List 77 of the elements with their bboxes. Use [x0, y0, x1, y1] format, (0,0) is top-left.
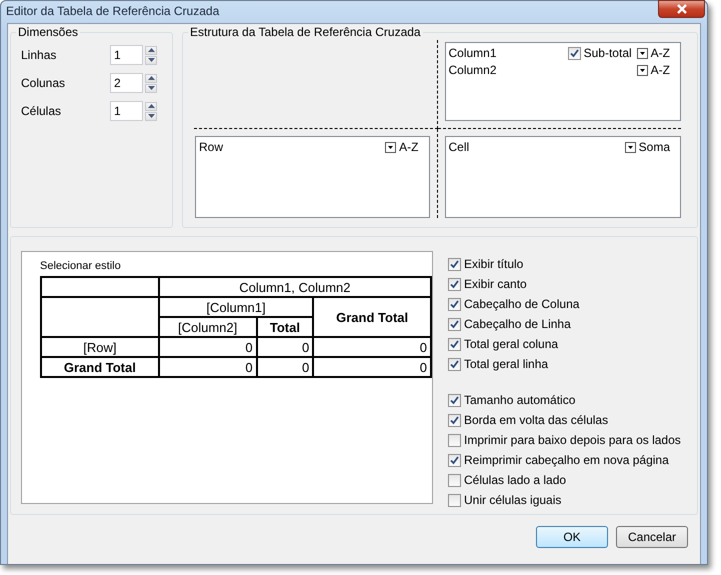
checkbox[interactable]: [448, 258, 461, 270]
checkbox[interactable]: [568, 46, 581, 60]
close-button[interactable]: [658, 0, 705, 18]
style-preview-panel[interactable]: Selecionar estilo Column1, Column2 [Column1] Grand Total [Column2] Total [Row] 0 0 0 Grand Total 0 0 0: [21, 251, 433, 504]
checkbox-label: Reimprimir cabeçalho em nova página: [464, 453, 669, 467]
table-cell: 0: [158, 337, 257, 357]
checkbox-label: Exibir título: [464, 257, 524, 271]
table-header: [Column1]: [158, 297, 314, 317]
spin-down-button[interactable]: [145, 56, 157, 64]
checkbox[interactable]: [448, 454, 461, 466]
spin-up-button[interactable]: [145, 74, 157, 82]
up-arrow-icon: [148, 104, 154, 108]
checkbox-label: Total geral linha: [464, 357, 548, 371]
checkbox-label: Sub-total: [584, 46, 632, 60]
table-header: [Column2]: [158, 317, 257, 337]
table-cell: 0: [313, 337, 431, 357]
checkbox-label: Imprimir para baixo depois para os lados: [464, 433, 681, 447]
checkbox-label: Tamanho automático: [464, 393, 576, 407]
preview-label: Selecionar estilo: [40, 260, 122, 272]
caret-icon: [385, 142, 396, 152]
table-cell: 0: [313, 357, 431, 377]
checkbox[interactable]: [448, 278, 461, 290]
field-label: Células: [21, 104, 62, 118]
checkbox-label: Cabeçalho de Coluna: [464, 297, 580, 311]
down-arrow-icon: [148, 58, 154, 62]
checkbox-label: Células lado a lado: [464, 473, 566, 487]
group-title: Dimensões: [16, 25, 80, 39]
spin-down-button[interactable]: [145, 84, 157, 92]
group-title: Estrutura da Tabela de Referência Cruzada: [188, 25, 423, 39]
window-title: Editor da Tabela de Referência Cruzada: [6, 4, 220, 18]
field-name[interactable]: Column2: [448, 63, 637, 77]
checkbox[interactable]: [448, 298, 461, 310]
spin-up-button[interactable]: [145, 102, 157, 110]
checkbox[interactable]: [448, 394, 461, 406]
checkbox[interactable]: [448, 338, 461, 350]
number-field[interactable]: 1: [110, 101, 143, 121]
checkbox-label: Exibir canto: [464, 277, 527, 291]
field-label: Linhas: [21, 48, 58, 62]
table-cell: 0: [256, 357, 314, 377]
up-arrow-icon: [148, 48, 154, 52]
cancel-button[interactable]: Cancelar: [616, 526, 688, 548]
field-name[interactable]: Cell: [448, 140, 625, 154]
table-header: Column1, Column2: [158, 277, 431, 297]
field-name[interactable]: Column1: [448, 46, 568, 60]
caret-icon: [636, 64, 648, 76]
down-arrow-icon: [148, 114, 154, 118]
ok-button[interactable]: OK: [536, 526, 608, 548]
table-cell: 0: [158, 357, 257, 377]
checkbox[interactable]: [448, 318, 461, 330]
row-header: [Row]: [41, 337, 159, 357]
close-icon: [676, 4, 688, 14]
caret-icon: [636, 48, 648, 58]
field-name[interactable]: Row: [199, 140, 386, 154]
checkbox[interactable]: [448, 474, 461, 486]
row-header: Grand Total: [41, 357, 159, 377]
checkbox[interactable]: [448, 494, 461, 506]
checkbox[interactable]: [448, 358, 461, 370]
checkbox-label: Unir células iguais: [464, 493, 562, 507]
checkbox-label: Cabeçalho de Linha: [464, 317, 571, 331]
down-arrow-icon: [148, 86, 154, 90]
number-field[interactable]: 2: [110, 73, 143, 93]
spin-down-button[interactable]: [145, 112, 157, 120]
sort-dropdown[interactable]: A-Z: [385, 140, 418, 154]
table-cell: 0: [256, 337, 314, 357]
caret-icon: [624, 142, 636, 152]
sort-dropdown[interactable]: Soma: [624, 140, 670, 154]
checkbox-label: Total geral coluna: [464, 337, 558, 351]
number-field[interactable]: 1: [110, 45, 143, 65]
up-arrow-icon: [148, 76, 154, 80]
sort-dropdown[interactable]: A-Z: [636, 63, 670, 77]
spin-up-button[interactable]: [145, 46, 157, 54]
sort-dropdown[interactable]: A-Z: [636, 46, 670, 60]
field-label: Colunas: [21, 76, 66, 90]
checkbox[interactable]: [448, 434, 461, 446]
table-header: Grand Total: [313, 297, 431, 337]
checkbox[interactable]: [448, 414, 461, 426]
checkbox-label: Borda em volta das células: [464, 413, 608, 427]
